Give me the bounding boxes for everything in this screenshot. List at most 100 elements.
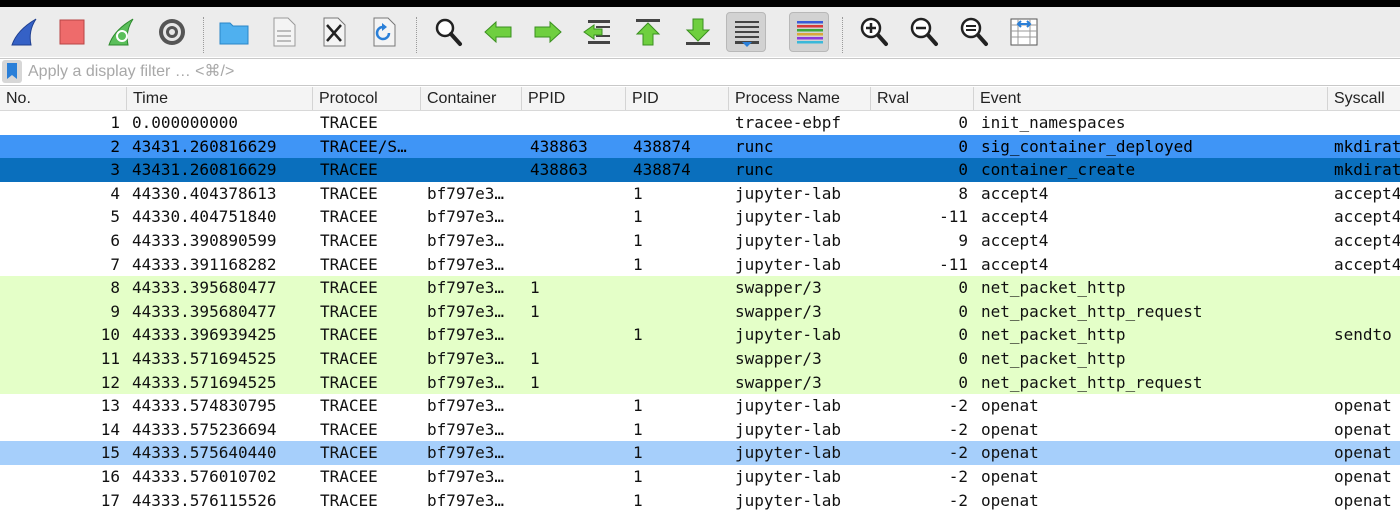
column-header-ppid[interactable]: PPID bbox=[521, 87, 625, 110]
save-file-button[interactable] bbox=[264, 12, 304, 52]
cell-time: 44333.395680477 bbox=[132, 301, 277, 321]
restart-capture-button[interactable] bbox=[102, 12, 142, 52]
cell-syscall: accept4 bbox=[1334, 254, 1400, 274]
cell-process-name: runc bbox=[735, 160, 774, 180]
autoscroll-button[interactable] bbox=[726, 12, 766, 52]
cell-event: net_packet_http bbox=[981, 325, 1126, 345]
cell-event: init_namespaces bbox=[981, 113, 1126, 132]
column-header-event[interactable]: Event bbox=[973, 87, 1327, 110]
cell-event: openat bbox=[981, 419, 1039, 439]
cell-rval: -2 bbox=[948, 490, 968, 510]
cell-no: 3 bbox=[110, 160, 120, 180]
cell-rval: 0 bbox=[958, 160, 968, 180]
cell-ppid bbox=[530, 182, 622, 206]
cell-rval: 0 bbox=[958, 113, 968, 132]
reload-file-icon bbox=[373, 17, 396, 47]
cell-no: 15 bbox=[100, 443, 120, 463]
column-header-pid[interactable]: PID bbox=[625, 87, 728, 110]
packet-row[interactable]: 6 44333.390890599 TRACEE bf797e3… 1 jupyter-l… bbox=[0, 229, 1400, 253]
cell-process-name: jupyter-lab bbox=[735, 207, 841, 227]
go-to-packet-button[interactable] bbox=[578, 12, 618, 52]
cell-container bbox=[427, 111, 519, 135]
column-header-protocol[interactable]: Protocol bbox=[312, 87, 420, 110]
packet-row[interactable]: 12 44333.571694525 TRACEE bf797e3… 1 swapper/… bbox=[0, 370, 1400, 395]
cell-ppid: 1 bbox=[530, 349, 540, 368]
column-header-time[interactable]: Time bbox=[126, 87, 312, 110]
cell-pid: 1 bbox=[633, 183, 643, 203]
cell-no: 13 bbox=[100, 396, 120, 416]
cell-protocol: TRACEE bbox=[320, 301, 378, 321]
cell-time: 44330.404378613 bbox=[132, 183, 277, 203]
cell-container: bf797e3… bbox=[427, 301, 505, 321]
resize-columns-icon bbox=[1010, 18, 1038, 46]
packet-row[interactable]: 9 44333.395680477 TRACEE bf797e3… 1 swapper/3… bbox=[0, 299, 1400, 324]
toolbar-separator bbox=[842, 17, 843, 53]
column-header-no[interactable]: No. bbox=[0, 87, 126, 110]
cell-rval: 8 bbox=[958, 183, 968, 203]
cell-pid bbox=[633, 111, 725, 135]
packet-row[interactable]: 17 44333.576115526 TRACEE bf797e3… 1 jupyter-… bbox=[0, 489, 1400, 513]
toolbar-separator bbox=[416, 17, 417, 53]
packet-row[interactable]: 15 44333.575640440 TRACEE bf797e3… 1 jupyter-… bbox=[0, 441, 1400, 465]
capture-options-button[interactable] bbox=[152, 12, 192, 52]
cell-time: 44333.571694525 bbox=[132, 372, 277, 392]
packet-list: 1 0.000000000 TRACEE tracee-ebpf 0 init_names… bbox=[0, 111, 1400, 513]
colorize-button[interactable] bbox=[789, 12, 829, 52]
save-file-icon bbox=[273, 17, 296, 47]
packet-row[interactable]: 14 44333.575236694 TRACEE bf797e3… 1 jupyter-… bbox=[0, 418, 1400, 442]
reload-file-button[interactable] bbox=[364, 12, 404, 52]
go-back-button[interactable] bbox=[478, 12, 518, 52]
cell-container: bf797e3… bbox=[427, 419, 505, 439]
packet-row[interactable]: 13 44333.574830795 TRACEE bf797e3… 1 jupyter-… bbox=[0, 394, 1400, 418]
last-packet-button[interactable] bbox=[678, 12, 718, 52]
cell-rval: -2 bbox=[948, 443, 968, 463]
start-capture-button[interactable] bbox=[5, 12, 45, 52]
column-header-process-name[interactable]: Process Name bbox=[728, 87, 870, 110]
resize-columns-button[interactable] bbox=[1004, 12, 1044, 52]
packet-row[interactable]: 16 44333.576010702 TRACEE bf797e3… 1 jupyter-… bbox=[0, 465, 1400, 489]
cell-syscall: accept4 bbox=[1334, 183, 1400, 203]
zoom-reset-icon bbox=[960, 17, 988, 46]
cell-syscall: openat bbox=[1334, 490, 1392, 510]
cell-container: bf797e3… bbox=[427, 349, 505, 368]
cell-event: openat bbox=[981, 396, 1039, 416]
cell-protocol: TRACEE bbox=[320, 372, 378, 392]
display-filter-input[interactable] bbox=[26, 60, 1400, 83]
packet-row[interactable]: 7 44333.391168282 TRACEE bf797e3… 1 jupyter-l… bbox=[0, 253, 1400, 277]
column-header-syscall[interactable]: Syscall bbox=[1327, 87, 1400, 110]
cell-protocol: TRACEE/S… bbox=[320, 136, 407, 156]
packet-row[interactable]: 5 44330.404751840 TRACEE bf797e3… 1 jupyter-l… bbox=[0, 205, 1400, 229]
cell-syscall: openat bbox=[1334, 396, 1392, 416]
find-packet-button[interactable] bbox=[428, 12, 468, 52]
cell-protocol: TRACEE bbox=[320, 349, 378, 368]
filter-bookmark-button[interactable] bbox=[2, 60, 22, 83]
zoom-in-button[interactable] bbox=[854, 12, 894, 52]
packet-row[interactable]: 8 44333.395680477 TRACEE bf797e3… 1 swapper/3… bbox=[0, 276, 1400, 300]
column-header-container[interactable]: Container bbox=[420, 87, 521, 110]
cell-process-name: jupyter-lab bbox=[735, 254, 841, 274]
go-forward-button[interactable] bbox=[528, 12, 568, 52]
zoom-out-button[interactable] bbox=[904, 12, 944, 52]
open-file-button[interactable] bbox=[214, 12, 254, 52]
first-packet-button[interactable] bbox=[628, 12, 668, 52]
packet-row[interactable]: 1 0.000000000 TRACEE tracee-ebpf 0 init_names… bbox=[0, 111, 1400, 135]
packet-row[interactable]: 10 44333.396939425 TRACEE bf797e3… 1 jupyter-… bbox=[0, 323, 1400, 347]
cell-rval: -2 bbox=[948, 467, 968, 486]
cell-pid: 1 bbox=[633, 443, 643, 463]
column-header-rval[interactable]: Rval bbox=[870, 87, 973, 110]
cell-pid: 438874 bbox=[633, 136, 691, 156]
packet-row[interactable]: 2 43431.260816629 TRACEE/S… 438863 438874 run… bbox=[0, 134, 1400, 159]
packet-row[interactable]: 3 43431.260816629 TRACEE 438863 438874 runc 0 c… bbox=[0, 158, 1400, 182]
close-file-button[interactable] bbox=[314, 12, 354, 52]
cell-time: 44333.576010702 bbox=[132, 467, 277, 486]
packet-row[interactable]: 11 44333.571694525 TRACEE bf797e3… 1 swapper/… bbox=[0, 347, 1400, 371]
normal-size-button[interactable] bbox=[954, 12, 994, 52]
cell-syscall: mkdirat bbox=[1334, 160, 1400, 180]
cell-rval: 0 bbox=[958, 136, 968, 156]
stop-capture-button[interactable] bbox=[52, 12, 92, 52]
cell-no: 9 bbox=[110, 301, 120, 321]
cell-ppid: 438863 bbox=[530, 160, 588, 180]
cell-process-name: jupyter-lab bbox=[735, 467, 841, 486]
packet-row[interactable]: 4 44330.404378613 TRACEE bf797e3… 1 jupyter-l… bbox=[0, 182, 1400, 206]
cell-event: accept4 bbox=[981, 254, 1049, 274]
